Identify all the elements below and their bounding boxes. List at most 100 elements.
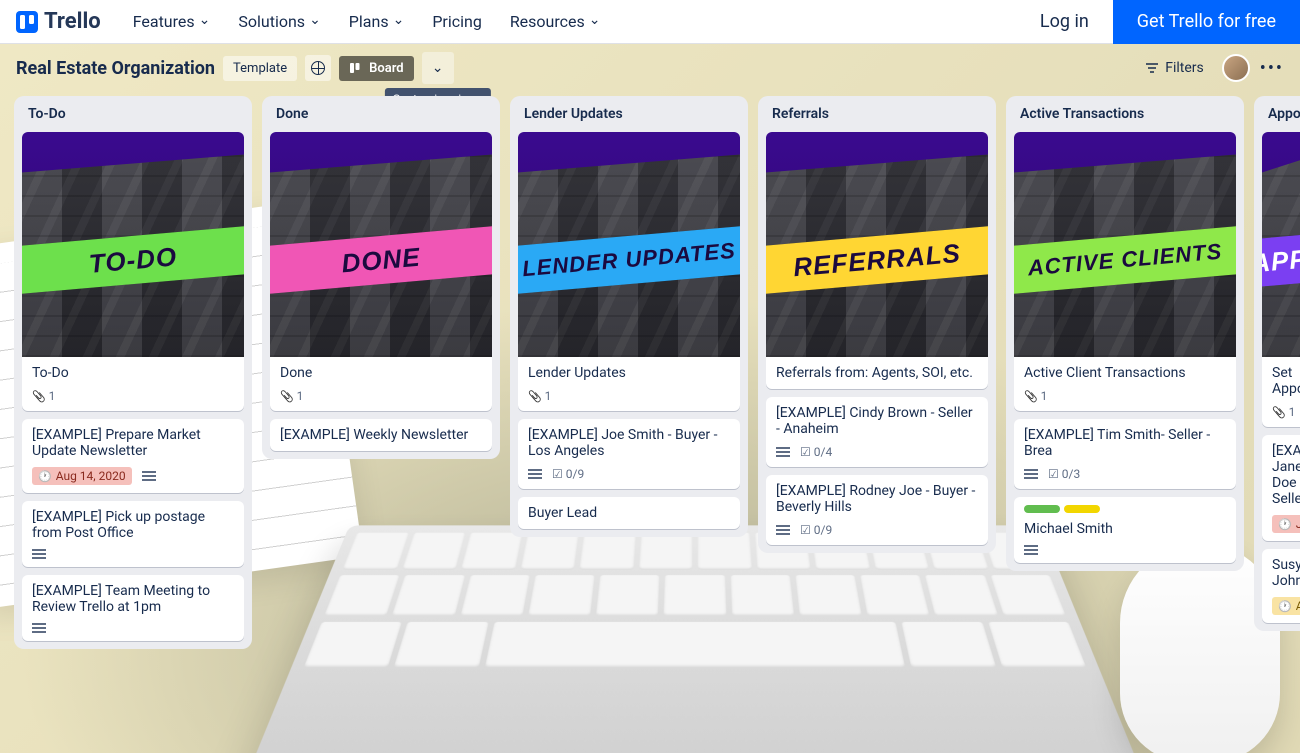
checklist-badge: 0/9 xyxy=(552,467,584,481)
attachment-badge: 1 xyxy=(528,389,551,403)
attachment-icon xyxy=(32,389,46,403)
customize-views-button[interactable]: ⌄ Customize views xyxy=(422,52,454,84)
card[interactable]: DONEDone 1 xyxy=(270,132,492,411)
card-title: Lender Updates xyxy=(518,357,740,389)
get-trello-free-button[interactable]: Get Trello for free xyxy=(1113,0,1300,44)
description-icon xyxy=(776,447,790,449)
board-menu-button[interactable]: ••• xyxy=(1260,58,1284,79)
card-title: [EXAMPLE] Jane Doe - Seller xyxy=(1262,435,1300,515)
checklist-icon xyxy=(800,523,811,537)
card-cover: LENDER UPDATES xyxy=(518,132,740,357)
card-badges: 1 xyxy=(1262,405,1300,427)
checklist-badge: 0/4 xyxy=(800,445,832,459)
clock-icon xyxy=(38,469,52,483)
top-navigation: Trello Features Solutions Plans Pricing … xyxy=(0,0,1300,44)
nav-plans[interactable]: Plans xyxy=(337,4,417,39)
card-title: Active Client Transactions xyxy=(1014,357,1236,389)
card[interactable]: [EXAMPLE] Jane Doe - SellerJan xyxy=(1262,435,1300,541)
nav-pricing[interactable]: Pricing xyxy=(420,4,494,39)
card[interactable]: ACTIVE CLIENTSActive Client Transactions… xyxy=(1014,132,1236,411)
list-title[interactable]: Done xyxy=(270,104,492,124)
clock-icon xyxy=(1278,517,1292,531)
card-title: [EXAMPLE] Joe Smith - Buyer - Los Angele… xyxy=(518,419,740,467)
card-badges: 0/9 xyxy=(518,467,740,489)
board-lists: To-Do TO-DOTo-Do 1 [EXAMPLE] Prepare Marke… xyxy=(0,92,1300,663)
card[interactable]: LENDER UPDATESLender Updates 1 xyxy=(518,132,740,411)
card-badges xyxy=(22,549,244,567)
user-avatar[interactable] xyxy=(1222,54,1250,82)
trello-logo[interactable]: Trello xyxy=(16,9,101,34)
card[interactable]: [EXAMPLE] Cindy Brown - Seller - Anaheim… xyxy=(766,397,988,467)
list-title[interactable]: Referrals xyxy=(766,104,988,124)
card-badges: Aug 14, 2020 xyxy=(22,467,244,493)
login-link[interactable]: Log in xyxy=(1020,11,1109,32)
card[interactable]: [EXAMPLE] Tim Smith- Seller - Brea 0/3 xyxy=(1014,419,1236,489)
card[interactable]: [EXAMPLE] Prepare Market Update Newslett… xyxy=(22,419,244,493)
chevron-down-icon: ⌄ xyxy=(432,60,444,76)
card[interactable]: [EXAMPLE] Pick up postage from Post Offi… xyxy=(22,501,244,567)
trello-logo-text: Trello xyxy=(44,9,101,34)
checklist-badge: 0/9 xyxy=(800,523,832,537)
card[interactable]: Michael Smith xyxy=(1014,497,1236,563)
card[interactable]: REFERRALSReferrals from: Agents, SOI, et… xyxy=(766,132,988,389)
card-title: Buyer Lead xyxy=(518,497,740,529)
card-badges: 1 xyxy=(22,389,244,411)
description-icon xyxy=(528,469,542,471)
list-title[interactable]: Active Transactions xyxy=(1014,104,1236,124)
globe-icon xyxy=(311,61,325,75)
card[interactable]: TO-DOTo-Do 1 xyxy=(22,132,244,411)
description-icon xyxy=(142,471,156,473)
list: Lender UpdatesLENDER UPDATESLender Updat… xyxy=(510,96,748,537)
attachment-badge: 1 xyxy=(1272,405,1295,419)
card[interactable]: Susy JohnsonAug xyxy=(1262,549,1300,623)
filters-button[interactable]: Filters xyxy=(1137,56,1212,80)
board-title[interactable]: Real Estate Organization xyxy=(16,58,215,79)
card[interactable]: [EXAMPLE] Team Meeting to Review Trello … xyxy=(22,575,244,641)
attachment-badge: 1 xyxy=(1024,389,1047,403)
card-cover: ACTIVE CLIENTS xyxy=(1014,132,1236,357)
card[interactable]: [EXAMPLE] Joe Smith - Buyer - Los Angele… xyxy=(518,419,740,489)
card-badges: 0/9 xyxy=(766,523,988,545)
card[interactable]: [EXAMPLE] Weekly Newsletter xyxy=(270,419,492,451)
label[interactable] xyxy=(1024,505,1060,513)
board-view-label: Board xyxy=(369,61,403,76)
list-title[interactable]: Appointments xyxy=(1262,104,1300,124)
label[interactable] xyxy=(1064,505,1100,513)
card-title: [EXAMPLE] Tim Smith- Seller - Brea xyxy=(1014,419,1236,467)
template-badge[interactable]: Template xyxy=(223,56,297,81)
card-title: [EXAMPLE] Pick up postage from Post Offi… xyxy=(22,501,244,549)
due-date-badge[interactable]: Aug xyxy=(1272,597,1300,615)
visibility-button[interactable] xyxy=(305,55,331,81)
list-title[interactable]: To-Do xyxy=(22,104,244,124)
card-cover: APPO xyxy=(1262,132,1300,357)
card-cover: DONE xyxy=(270,132,492,357)
card-badges: 0/3 xyxy=(1014,467,1236,489)
description-icon xyxy=(776,525,790,527)
clock-icon xyxy=(1278,599,1292,613)
nav-resources[interactable]: Resources xyxy=(498,4,613,39)
board-view-button[interactable]: Board xyxy=(339,56,413,81)
nav-solutions[interactable]: Solutions xyxy=(226,4,332,39)
card-title: [EXAMPLE] Team Meeting to Review Trello … xyxy=(22,575,244,623)
board-icon xyxy=(349,61,363,75)
board-header: Real Estate Organization Template Board … xyxy=(0,44,1300,92)
checklist-badge: 0/3 xyxy=(1048,467,1080,481)
list: Active Transactions ACTIVE CLIENTSActive … xyxy=(1006,96,1244,571)
list-title[interactable]: Lender Updates xyxy=(518,104,740,124)
card[interactable]: [EXAMPLE] Rodney Joe - Buyer - Beverly H… xyxy=(766,475,988,545)
cover-banner: APPO xyxy=(1262,231,1300,287)
due-date-badge[interactable]: Aug 14, 2020 xyxy=(32,467,132,485)
card-cover: REFERRALS xyxy=(766,132,988,357)
due-date-badge[interactable]: Jan xyxy=(1272,515,1300,533)
description-icon xyxy=(32,623,46,625)
attachment-icon xyxy=(1024,389,1038,403)
card-badges xyxy=(1014,545,1236,563)
trello-logo-mark xyxy=(16,11,38,33)
card[interactable]: APPOSet Appointments 1 xyxy=(1262,132,1300,427)
filter-icon xyxy=(1145,61,1159,75)
card-title: Susy Johnson xyxy=(1262,549,1300,597)
nav-features[interactable]: Features xyxy=(121,4,223,39)
description-icon xyxy=(1024,469,1038,471)
card[interactable]: Buyer Lead xyxy=(518,497,740,529)
list: Referrals REFERRALSReferrals from: Agents… xyxy=(758,96,996,553)
